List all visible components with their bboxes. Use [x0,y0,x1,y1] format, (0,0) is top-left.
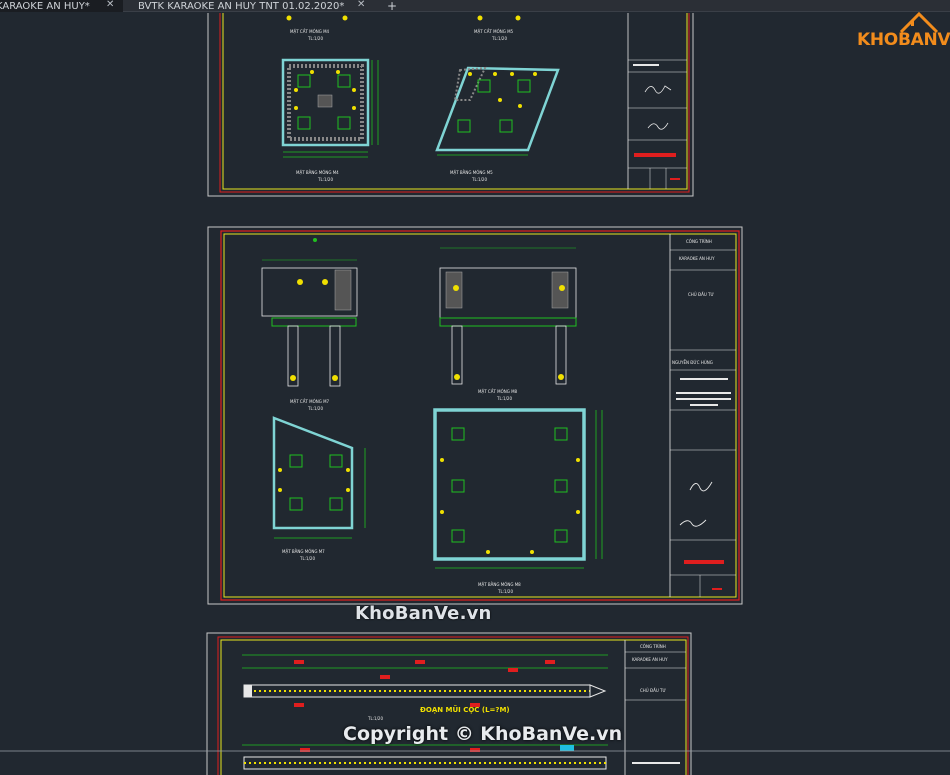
plan-label: MẶT BẰNG MÓNG M5 [450,170,493,175]
title-block-bottom: CÔNG TRÌNH KARAOKE AN HUY CHỦ ĐẦU TƯ [624,640,686,775]
close-icon[interactable]: ✕ [357,0,365,10]
plan-label: MẶT BẰNG MÓNG M7 [282,549,325,554]
sheet-bottom: CÔNG TRÌNH KARAOKE AN HUY CHỦ ĐẦU TƯ ĐOẠ… [206,632,692,775]
pile-drawing: ĐOẠN MŨI CỌC (L=?M) TL:1/20 [242,654,608,721]
section-label: MẶT CẮT MÓNG M5 [474,29,514,34]
scale-label: TL:1/20 [317,177,333,182]
plan-label: MẶT BẰNG MÓNG M8 [478,582,521,587]
tab-bvtk-karaoke[interactable]: BVTK KARAOKE AN HUY TNT 01.02.2020* [124,0,374,12]
scale-label: TL:1/20 [491,36,507,41]
scale-label: TL:1/20 [307,36,323,41]
titleblock-project: KARAOKE AN HUY [632,657,668,662]
plan-m7 [272,416,366,539]
titleblock-heading: CÔNG TRÌNH [640,644,666,649]
pile-drawing [242,744,608,770]
close-icon[interactable]: ✕ [106,0,114,10]
titleblock-owner-label: CHỦ ĐẦU TƯ [688,292,714,297]
scale-label: TL:1/20 [367,716,383,721]
scale-label: TL:1/20 [299,556,315,561]
scale-label: TL:1/20 [497,589,513,594]
section-label: MẶT CẮT MÓNG M8 [478,389,518,394]
plan-m4 [281,58,379,158]
sheet-middle: CÔNG TRÌNH KARAOKE AN HUY CHỦ ĐẦU TƯ NGU… [207,226,743,605]
title-block-top [627,13,687,189]
section-label: MẶT CẮT MÓNG M7 [290,399,330,404]
tab-label: BVTK KARAOKE AN HUY TNT 01.02.2020* [138,0,345,12]
document-tab-bar: KARAOKE AN HUY* ✕ BVTK KARAOKE AN HUY TN… [0,0,950,13]
tab-karaoke-an-huy[interactable]: KARAOKE AN HUY* [0,0,123,12]
scale-label: TL:1/20 [496,396,512,401]
titleblock-owner-label: CHỦ ĐẦU TƯ [640,688,666,693]
sheet-top: MẶT CẮT MÓNG M4 TL:1/20 MẶT CẮT MÓNG M5 … [207,13,694,197]
khobanve-logo: KHOBANVE [853,10,950,52]
titleblock-person: NGUYỄN ĐỨC HÙNG [672,360,713,365]
watermark-site: KhoBanVe.vn [355,603,492,624]
cad-drawing: MẶT CẮT MÓNG M4 TL:1/20 MẶT CẮT MÓNG M5 … [0,13,950,775]
watermark-copyright: Copyright © KhoBanVe.vn [343,723,623,745]
title-block-middle: CÔNG TRÌNH KARAOKE AN HUY CHỦ ĐẦU TƯ NGU… [669,234,736,597]
plan-m8 [433,408,603,569]
logo-text: KHOBANVE [857,30,950,50]
scale-label: TL:1/20 [307,406,323,411]
scale-label: TL:1/20 [471,177,487,182]
titleblock-heading: CÔNG TRÌNH [686,239,712,244]
titleblock-project: KARAOKE AN HUY [679,256,715,261]
section-m7 [261,238,358,387]
drawing-canvas[interactable]: MẶT CẮT MÓNG M4 TL:1/20 MẶT CẮT MÓNG M5 … [0,13,950,775]
section-label: MẶT CẮT MÓNG M4 [290,29,330,34]
tab-label: KARAOKE AN HUY* [0,0,90,12]
plan-m5 [435,66,560,156]
plan-label: MẶT BẰNG MÓNG M4 [296,170,339,175]
add-tab-icon[interactable]: + [387,0,397,13]
pile-label: ĐOẠN MŨI CỌC (L=?M) [420,705,510,714]
section-m8 [439,247,577,385]
